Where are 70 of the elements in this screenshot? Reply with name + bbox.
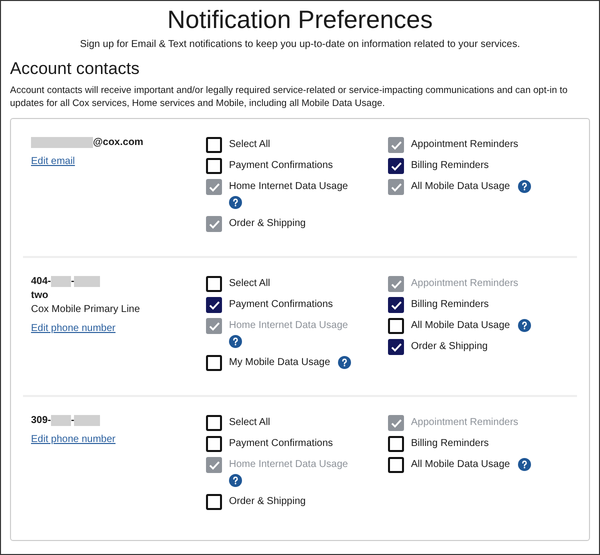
checkbox-label: Billing Reminders: [411, 160, 489, 171]
checkbox-label: All Mobile Data Usage: [411, 181, 510, 192]
checkmark-icon: [390, 140, 402, 150]
edit-link[interactable]: Edit phone number: [31, 323, 116, 334]
redaction-block: [31, 137, 93, 148]
checkbox[interactable]: [206, 158, 222, 174]
redaction-block: [74, 415, 100, 426]
checkbox-label: Appointment Reminders: [411, 417, 518, 428]
checkbox[interactable]: [206, 494, 222, 510]
checkmark-icon: [390, 300, 402, 310]
checkbox-label: Payment Confirmations: [229, 438, 333, 449]
checkbox[interactable]: [388, 457, 404, 473]
checkbox-label: Select All: [229, 278, 270, 289]
contact-address: 309-: [31, 415, 52, 426]
checkbox-label: Payment Confirmations: [229, 299, 333, 310]
contact-address: @cox.com: [93, 137, 144, 148]
checkbox[interactable]: [206, 297, 222, 313]
help-icon[interactable]: [338, 356, 352, 369]
checkbox[interactable]: [388, 339, 404, 355]
checkbox[interactable]: [206, 415, 222, 431]
redaction-block: [74, 276, 100, 287]
contact-address: -: [71, 415, 74, 426]
checkbox[interactable]: [206, 436, 222, 452]
edit-link[interactable]: Edit email: [31, 156, 75, 167]
checkbox-label: Select All: [229, 417, 270, 428]
contact-address: -: [71, 276, 74, 287]
checkbox-label: Order & Shipping: [229, 496, 306, 507]
checkbox[interactable]: [388, 297, 404, 313]
help-icon[interactable]: [518, 318, 531, 332]
checkbox-label: Appointment Reminders: [411, 278, 518, 289]
edit-link[interactable]: Edit phone number: [31, 434, 116, 445]
checkbox-label: Order & Shipping: [411, 341, 488, 352]
checkbox-label: Appointment Reminders: [411, 139, 518, 150]
checkbox[interactable]: [388, 318, 404, 334]
checkbox-label: Select All: [229, 139, 270, 150]
checkbox-label: Billing Reminders: [411, 438, 489, 449]
section-heading: Account contacts: [10, 58, 140, 80]
checkbox-label: Home Internet Data Usage: [229, 181, 348, 192]
checkbox-label: Billing Reminders: [411, 299, 489, 310]
checkmark-icon: [390, 162, 402, 170]
checkbox-label: All Mobile Data Usage: [411, 320, 510, 331]
checkmark-icon: [390, 280, 402, 288]
checkbox-label: My Mobile Data Usage: [229, 357, 330, 368]
checkmark-icon: [390, 182, 402, 192]
contact-address: 404-: [31, 276, 52, 287]
redaction-block: [51, 415, 72, 426]
redaction-block: [51, 276, 72, 287]
section-description: Account contacts will receive important and/or legally required service-related or service-impacting communications and can opt-in to updates for all Cox services, Home services and Mobile, including all Mobile Data Usage.: [10, 84, 569, 110]
checkmark-icon: [390, 418, 402, 428]
checkmark-icon: [208, 220, 220, 228]
checkbox-label: Home Internet Data Usage: [229, 459, 348, 470]
checkbox-label: All Mobile Data Usage: [411, 459, 510, 470]
contact-detail: Cox Mobile Primary Line: [31, 304, 141, 315]
help-icon[interactable]: [518, 458, 531, 471]
checkbox[interactable]: [206, 276, 222, 292]
checkmark-icon: [208, 182, 220, 192]
checkbox[interactable]: [206, 355, 222, 371]
checkmark-icon: [208, 322, 220, 330]
contact-detail: two: [31, 290, 50, 301]
checkbox[interactable]: [206, 137, 222, 153]
checkbox[interactable]: [388, 158, 404, 174]
checkbox[interactable]: [388, 436, 404, 452]
checkmark-icon: [208, 300, 220, 310]
checkmark-icon: [208, 460, 220, 470]
page-title: Notification Preferences: [166, 5, 434, 35]
checkbox-label: Home Internet Data Usage: [229, 320, 348, 331]
checkbox-label: Order & Shipping: [229, 218, 306, 229]
checkbox-label: Payment Confirmations: [229, 160, 333, 171]
checkmark-icon: [390, 342, 402, 352]
page-subtitle: Sign up for Email & Text notifications to keep you up-to-date on information related to your services.: [78, 39, 522, 50]
